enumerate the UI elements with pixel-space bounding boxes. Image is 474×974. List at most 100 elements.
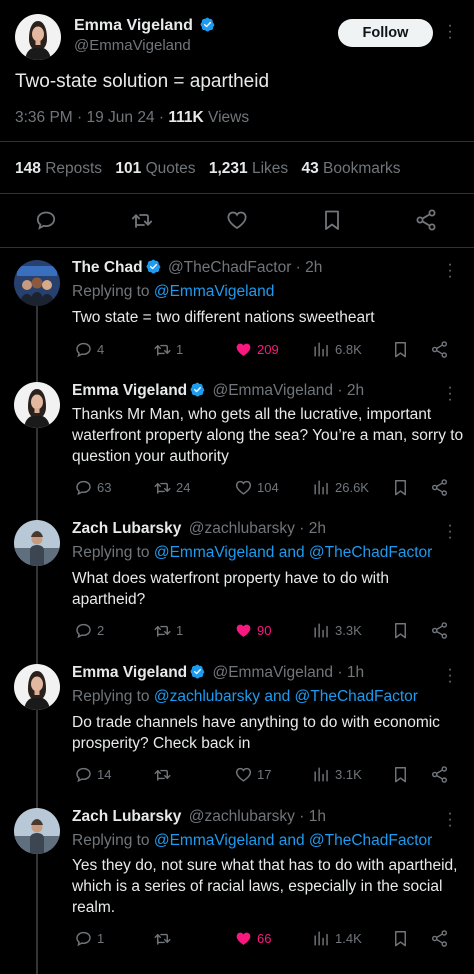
reply-avatar[interactable] — [14, 260, 60, 306]
reply-text: Thanks Mr Man, who gets all the lucrativ… — [72, 406, 464, 465]
reply-icon[interactable] — [34, 208, 58, 232]
reply-time[interactable]: · 1h — [333, 664, 364, 681]
like-icon — [234, 929, 253, 948]
tweet-timestamp[interactable]: 3:36 PM · 19 Jun 24 · — [15, 109, 168, 126]
reply-header: The Chad @TheChadFactor · 2h — [72, 259, 322, 277]
repost-action[interactable] — [153, 929, 176, 948]
reply-action[interactable]: 4 — [74, 340, 104, 359]
repost-action[interactable] — [153, 765, 176, 784]
reply-author-handle[interactable]: @zachlubarsky — [189, 808, 295, 825]
mention-link[interactable]: @zachlubarsky and @TheChadFactor — [154, 688, 418, 705]
reply-avatar[interactable] — [14, 520, 60, 566]
reply-avatar[interactable] — [14, 382, 60, 428]
bookmark-icon[interactable] — [391, 929, 410, 948]
reply-text: Yes they do, not sure what that has to d… — [72, 857, 458, 916]
reply-icon — [74, 621, 93, 640]
views-action[interactable]: 6.8K — [312, 340, 362, 359]
quotes-stat[interactable]: 101 Quotes — [115, 160, 195, 177]
reply-avatar[interactable] — [14, 808, 60, 854]
reply-time[interactable]: · 1h — [295, 808, 326, 825]
reply-header: Zach Lubarsky @zachlubarsky · 1h — [72, 808, 326, 826]
like-icon — [234, 478, 253, 497]
like-action[interactable]: 66 — [234, 929, 271, 948]
replying-to: Replying to @zachlubarsky and @TheChadFa… — [72, 688, 418, 705]
more-icon[interactable]: · · · — [447, 806, 453, 834]
bookmark-icon[interactable] — [391, 478, 410, 497]
replying-to: Replying to @EmmaVigeland and @TheChadFa… — [72, 832, 433, 849]
reply-time[interactable]: · 2h — [333, 382, 364, 399]
repost-action[interactable]: 1 — [153, 621, 183, 640]
author-name-row[interactable]: Emma Vigeland — [74, 17, 215, 35]
reply-action[interactable]: 2 — [74, 621, 104, 640]
reply-author-name[interactable]: The Chad — [72, 259, 143, 276]
share-icon[interactable] — [414, 208, 438, 232]
repost-action[interactable]: 24 — [153, 478, 190, 497]
share-icon[interactable] — [430, 621, 449, 640]
reply-action[interactable]: 1 — [74, 929, 104, 948]
like-icon — [234, 765, 253, 784]
reply-author-handle[interactable]: @zachlubarsky — [189, 520, 295, 537]
verified-badge-icon — [190, 382, 205, 397]
share-icon[interactable] — [430, 929, 449, 948]
reply-icon — [74, 929, 93, 948]
repost-action[interactable]: 1 — [153, 340, 183, 359]
more-icon[interactable]: · · · — [447, 518, 453, 546]
reply-header: Emma Vigeland @EmmaVigeland · 1h — [72, 664, 364, 682]
reply-author-handle[interactable]: @EmmaVigeland — [212, 382, 333, 399]
share-icon[interactable] — [430, 340, 449, 359]
reply-author-name[interactable]: Emma Vigeland — [72, 382, 187, 399]
likes-stat[interactable]: 1,231 Likes — [209, 160, 288, 177]
author-name[interactable]: Emma Vigeland — [74, 17, 193, 34]
replying-to: Replying to @EmmaVigeland and @TheChadFa… — [72, 544, 433, 561]
views-label: Views — [203, 109, 250, 126]
bookmark-icon[interactable] — [391, 765, 410, 784]
author-avatar[interactable] — [15, 14, 61, 60]
reply-author-name[interactable]: Emma Vigeland — [72, 664, 187, 681]
reply-action[interactable]: 63 — [74, 478, 111, 497]
views-icon — [312, 765, 331, 784]
reply-icon — [74, 765, 93, 784]
more-icon[interactable]: · · · — [447, 18, 453, 46]
repost-icon[interactable] — [130, 208, 154, 232]
more-icon[interactable]: · · · — [447, 257, 453, 285]
views-action[interactable]: 26.6K — [312, 478, 369, 497]
bookmark-icon[interactable] — [320, 208, 344, 232]
share-icon[interactable] — [430, 765, 449, 784]
mention-link[interactable]: @EmmaVigeland and @TheChadFactor — [154, 832, 432, 849]
reply-action[interactable]: 14 — [74, 765, 111, 784]
follow-button[interactable]: Follow — [338, 19, 433, 47]
more-icon[interactable]: · · · — [447, 662, 453, 690]
like-icon[interactable] — [225, 208, 249, 232]
main-tweet-text: Two-state solution = apartheid — [15, 71, 270, 92]
views-icon — [312, 929, 331, 948]
reposts-stat[interactable]: 148 Reposts — [15, 160, 102, 177]
like-action[interactable]: 17 — [234, 765, 271, 784]
more-icon[interactable]: · · · — [447, 380, 453, 408]
views-action[interactable]: 1.4K — [312, 929, 362, 948]
reply-author-handle[interactable]: @EmmaVigeland — [212, 664, 333, 681]
replying-to: Replying to @EmmaVigeland — [72, 283, 275, 300]
share-icon[interactable] — [430, 478, 449, 497]
like-action[interactable]: 90 — [234, 621, 271, 640]
reply-avatar[interactable] — [14, 664, 60, 710]
repost-icon — [153, 478, 172, 497]
reply-author-name[interactable]: Zach Lubarsky — [72, 520, 181, 537]
like-action[interactable]: 209 — [234, 340, 279, 359]
views-action[interactable]: 3.3K — [312, 621, 362, 640]
like-action[interactable]: 104 — [234, 478, 279, 497]
mention-link[interactable]: @EmmaVigeland — [154, 283, 275, 300]
reply-author-handle[interactable]: @TheChadFactor — [168, 259, 291, 276]
reply-author-name[interactable]: Zach Lubarsky — [72, 808, 181, 825]
reply-icon — [74, 340, 93, 359]
mention-link[interactable]: @EmmaVigeland and @TheChadFactor — [154, 544, 432, 561]
bookmark-icon[interactable] — [391, 621, 410, 640]
views-icon — [312, 621, 331, 640]
views-icon — [312, 340, 331, 359]
divider — [0, 141, 474, 142]
bookmarks-stat[interactable]: 43 Bookmarks — [301, 160, 400, 177]
author-handle[interactable]: @EmmaVigeland — [74, 37, 191, 54]
reply-time[interactable]: · 2h — [295, 520, 326, 537]
reply-time[interactable]: · 2h — [291, 259, 323, 276]
views-action[interactable]: 3.1K — [312, 765, 362, 784]
bookmark-icon[interactable] — [391, 340, 410, 359]
